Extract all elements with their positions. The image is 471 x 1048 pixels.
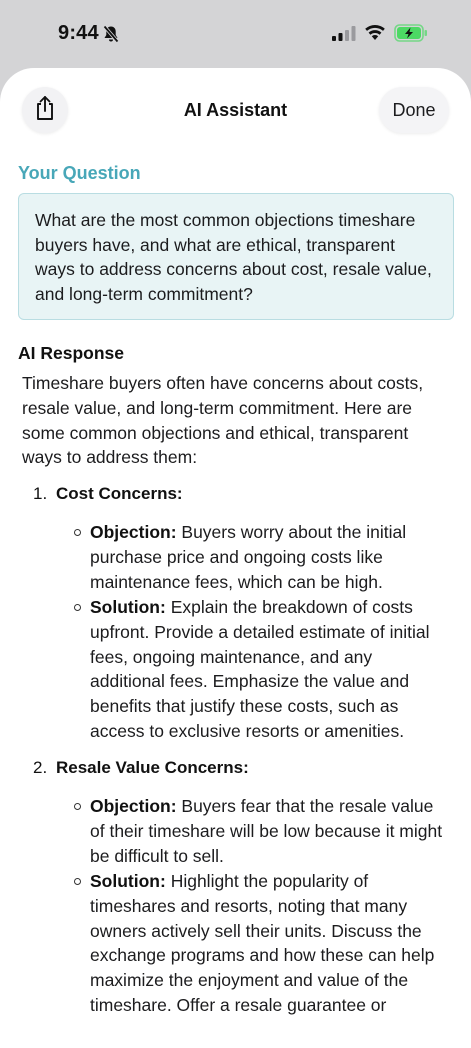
question-box: What are the most common objections time… bbox=[18, 193, 454, 320]
bullet-marker bbox=[74, 529, 81, 536]
section-number: 1. bbox=[33, 484, 48, 503]
objection-item: Objection: Buyers fear that the resale v… bbox=[74, 794, 446, 868]
battery-charging-icon bbox=[394, 24, 428, 47]
section-title: Resale Value Concerns: bbox=[56, 758, 249, 777]
status-time: 9:44 bbox=[58, 22, 99, 44]
bullet-marker bbox=[74, 878, 81, 885]
response-label: AI Response bbox=[18, 343, 124, 363]
solution-text: Explain the breakdown of costs upfront. … bbox=[90, 597, 430, 741]
bullet-marker bbox=[74, 803, 81, 810]
question-label: Your Question bbox=[18, 163, 141, 183]
solution-text: Highlight the popularity of timeshares a… bbox=[90, 871, 435, 1015]
bullet-marker bbox=[74, 604, 81, 611]
section-title: Cost Concerns: bbox=[56, 484, 183, 503]
bell-slash-icon bbox=[103, 25, 119, 48]
wifi-icon bbox=[364, 23, 386, 46]
cellular-signal-icon bbox=[332, 26, 356, 46]
solution-item: Solution: Highlight the popularity of ti… bbox=[74, 869, 446, 1018]
section-heading: 2. Resale Value Concerns: bbox=[33, 758, 249, 778]
solution-item: Solution: Explain the breakdown of costs… bbox=[74, 595, 446, 744]
nav-bar: AI Assistant Done bbox=[0, 68, 471, 160]
objection-label: Objection: bbox=[90, 796, 177, 816]
section-heading: 1. Cost Concerns: bbox=[33, 484, 183, 504]
solution-label: Solution: bbox=[90, 597, 166, 617]
status-bar: 9:44 bbox=[0, 0, 471, 68]
section-number: 2. bbox=[33, 758, 48, 777]
done-button[interactable]: Done bbox=[379, 87, 449, 133]
ai-assistant-sheet: AI Assistant Done Your Question What are… bbox=[0, 68, 471, 1048]
objection-label: Objection: bbox=[90, 522, 177, 542]
solution-label: Solution: bbox=[90, 871, 166, 891]
scroll-fade bbox=[0, 1018, 471, 1048]
response-intro: Timeshare buyers often have concerns abo… bbox=[22, 373, 424, 468]
objection-item: Objection: Buyers worry about the initia… bbox=[74, 520, 446, 594]
question-text: What are the most common objections time… bbox=[35, 210, 432, 304]
